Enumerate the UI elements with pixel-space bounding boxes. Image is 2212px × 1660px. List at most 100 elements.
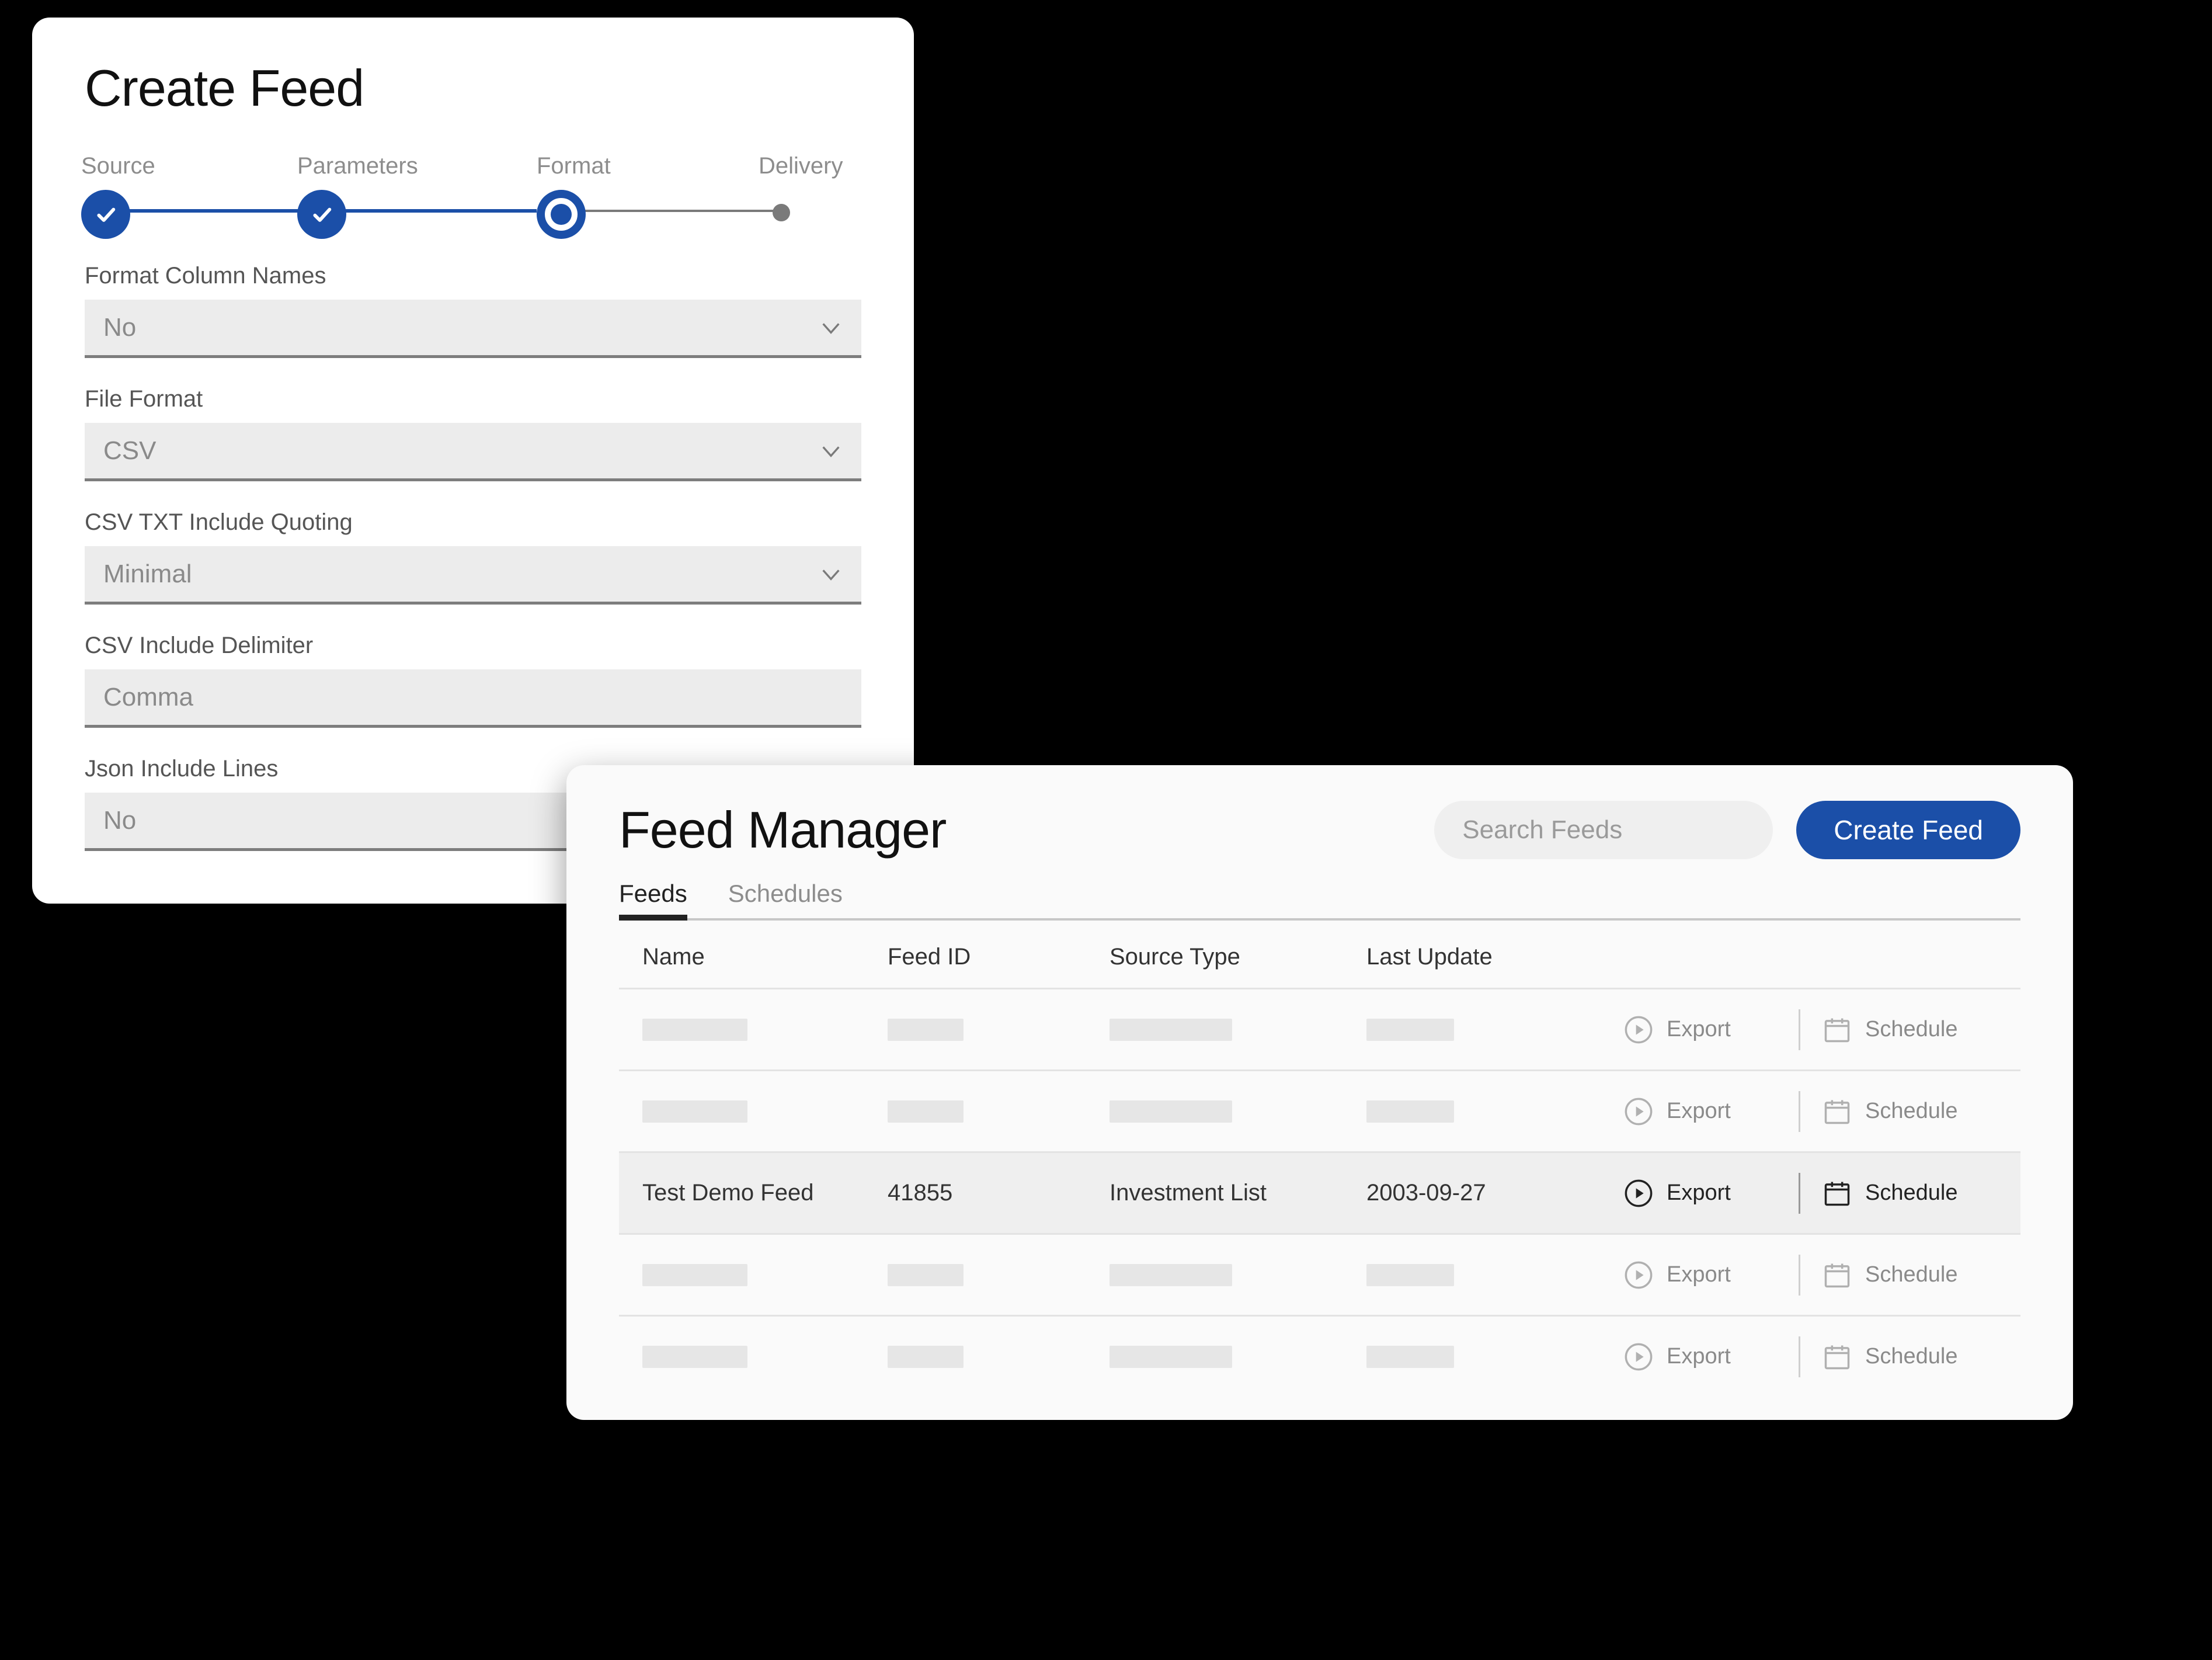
- placeholder: [888, 1019, 964, 1041]
- select-value: Comma: [103, 683, 193, 712]
- play-icon: [1623, 1260, 1654, 1290]
- step-delivery[interactable]: Delivery: [759, 153, 843, 221]
- export-button[interactable]: Export: [1623, 1015, 1799, 1045]
- tab-feeds[interactable]: Feeds: [619, 880, 687, 918]
- select-csv-delimiter[interactable]: Comma: [85, 669, 861, 728]
- col-name: Name: [642, 944, 888, 970]
- select-value: CSV: [103, 436, 156, 466]
- field-csv-quoting: CSV TXT Include Quoting Minimal: [85, 509, 861, 605]
- placeholder: [1366, 1264, 1454, 1286]
- check-icon: [310, 203, 333, 226]
- placeholder: [888, 1100, 964, 1123]
- play-icon: [1623, 1096, 1654, 1127]
- placeholder: [1366, 1346, 1454, 1368]
- label-format-column-names: Format Column Names: [85, 263, 861, 289]
- schedule-button[interactable]: Schedule: [1822, 1342, 1997, 1372]
- action-divider: [1799, 1091, 1800, 1132]
- placeholder: [642, 1019, 747, 1041]
- play-icon: [1623, 1178, 1654, 1208]
- calendar-icon: [1822, 1260, 1852, 1290]
- placeholder: [1110, 1346, 1232, 1368]
- step-parameters-label: Parameters: [297, 153, 418, 179]
- step-format-dot: [537, 190, 586, 239]
- export-label: Export: [1667, 1017, 1731, 1042]
- calendar-icon: [1822, 1178, 1852, 1208]
- step-delivery-dot: [773, 204, 790, 221]
- feed-manager-card: Feed Manager Create Feed Feeds Schedules…: [566, 765, 2073, 1420]
- col-feed-id: Feed ID: [888, 944, 1110, 970]
- step-format-label: Format: [537, 153, 611, 179]
- select-value: No: [103, 313, 136, 342]
- table-row: Export Schedule: [619, 988, 2020, 1069]
- schedule-label: Schedule: [1865, 1099, 1957, 1124]
- manager-title: Feed Manager: [619, 800, 946, 860]
- placeholder: [1366, 1019, 1454, 1041]
- placeholder: [1110, 1264, 1232, 1286]
- schedule-label: Schedule: [1865, 1262, 1957, 1287]
- step-source-label: Source: [81, 153, 155, 179]
- select-format-column-names[interactable]: No: [85, 300, 861, 358]
- schedule-button[interactable]: Schedule: [1822, 1260, 1997, 1290]
- placeholder: [642, 1346, 747, 1368]
- export-label: Export: [1667, 1180, 1731, 1206]
- export-label: Export: [1667, 1099, 1731, 1124]
- schedule-button[interactable]: Schedule: [1822, 1096, 1997, 1127]
- calendar-icon: [1822, 1342, 1852, 1372]
- label-file-format: File Format: [85, 386, 861, 412]
- label-csv-quoting: CSV TXT Include Quoting: [85, 509, 861, 536]
- play-icon: [1623, 1015, 1654, 1045]
- tabs: Feeds Schedules: [619, 880, 2020, 921]
- placeholder: [888, 1346, 964, 1368]
- step-source[interactable]: Source: [81, 153, 155, 239]
- search-box[interactable]: [1434, 801, 1773, 859]
- action-divider: [1799, 1009, 1800, 1050]
- col-last-update: Last Update: [1366, 944, 1623, 970]
- play-icon: [1623, 1342, 1654, 1372]
- header-actions: Create Feed: [1434, 801, 2020, 859]
- action-divider: [1799, 1336, 1800, 1377]
- check-icon: [94, 203, 117, 226]
- create-feed-title: Create Feed: [85, 58, 861, 118]
- export-button[interactable]: Export: [1623, 1178, 1799, 1208]
- schedule-label: Schedule: [1865, 1180, 1957, 1206]
- table-body: Export Schedule Export Schedule: [619, 988, 2020, 1397]
- field-csv-delimiter: CSV Include Delimiter Comma: [85, 633, 861, 728]
- action-divider: [1799, 1173, 1800, 1214]
- export-button[interactable]: Export: [1623, 1342, 1799, 1372]
- schedule-button[interactable]: Schedule: [1822, 1178, 1997, 1208]
- create-feed-button[interactable]: Create Feed: [1796, 801, 2020, 859]
- export-button[interactable]: Export: [1623, 1260, 1799, 1290]
- placeholder: [642, 1100, 747, 1123]
- select-file-format[interactable]: CSV: [85, 423, 861, 481]
- table-header: Name Feed ID Source Type Last Update: [619, 921, 2020, 988]
- select-value: Minimal: [103, 560, 192, 589]
- placeholder: [1366, 1100, 1454, 1123]
- manager-header: Feed Manager Create Feed: [619, 800, 2020, 860]
- label-csv-delimiter: CSV Include Delimiter: [85, 633, 861, 659]
- col-source-type: Source Type: [1110, 944, 1366, 970]
- step-parameters[interactable]: Parameters: [297, 153, 418, 239]
- tab-schedules[interactable]: Schedules: [728, 880, 843, 918]
- schedule-label: Schedule: [1865, 1344, 1957, 1369]
- schedule-button[interactable]: Schedule: [1822, 1015, 1997, 1045]
- stepper: Source Parameters Format Delivery: [81, 153, 861, 235]
- select-value: No: [103, 806, 136, 835]
- placeholder: [888, 1264, 964, 1286]
- schedule-label: Schedule: [1865, 1017, 1957, 1042]
- select-csv-quoting[interactable]: Minimal: [85, 546, 861, 605]
- cell-name: Test Demo Feed: [642, 1180, 888, 1206]
- step-parameters-dot: [297, 190, 346, 239]
- cell-source-type: Investment List: [1110, 1180, 1366, 1206]
- chevron-down-icon: [819, 439, 843, 463]
- export-button[interactable]: Export: [1623, 1096, 1799, 1127]
- calendar-icon: [1822, 1096, 1852, 1127]
- table-row-active[interactable]: Test Demo Feed 41855 Investment List 200…: [619, 1151, 2020, 1233]
- placeholder: [1110, 1019, 1232, 1041]
- step-source-dot: [81, 190, 130, 239]
- step-delivery-label: Delivery: [759, 153, 843, 179]
- step-format[interactable]: Format: [537, 153, 611, 239]
- placeholder: [642, 1264, 747, 1286]
- chevron-down-icon: [819, 562, 843, 586]
- search-input[interactable]: [1462, 815, 1798, 845]
- chevron-down-icon: [819, 316, 843, 339]
